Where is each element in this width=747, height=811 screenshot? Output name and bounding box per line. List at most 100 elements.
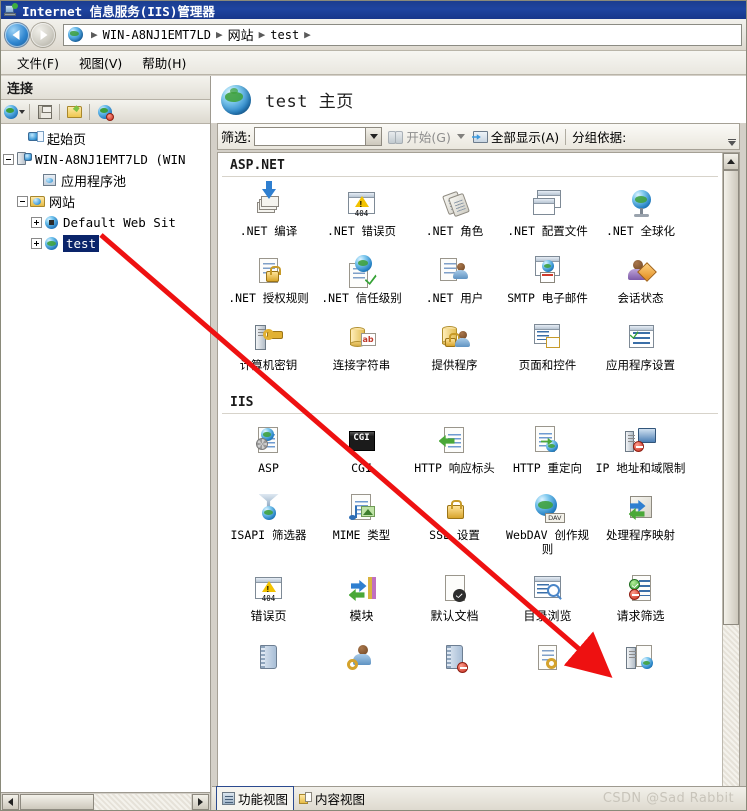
- menu-item-file[interactable]: 文件(F): [7, 50, 69, 75]
- feature-ssl-settings[interactable]: SSL 设置: [408, 485, 501, 558]
- feature-machine-key[interactable]: 计算机密钥: [222, 315, 315, 374]
- tree-item-application-pools[interactable]: 应用程序池: [1, 170, 210, 191]
- toolbar-separator-1: [29, 103, 30, 120]
- feature-label: HTTP 重定向: [512, 461, 583, 475]
- section-title-iis: IIS: [230, 395, 254, 410]
- feature-net-trust-levels[interactable]: .NET 信任级别: [315, 248, 408, 307]
- feature-request-filtering[interactable]: 请求筛选: [594, 566, 687, 625]
- authentication-icon: [345, 641, 379, 675]
- chevron-down-icon[interactable]: [365, 128, 382, 145]
- menu-item-help[interactable]: 帮助(H): [132, 50, 196, 75]
- website-icon: [44, 236, 60, 251]
- feature-logging[interactable]: [222, 635, 315, 680]
- feature-directory-browsing[interactable]: 目录浏览: [501, 566, 594, 625]
- feature-row: .NET 授权规则 .NET 信任级别 .NET 用户 SMTP 电子邮件 会话…: [218, 248, 722, 307]
- disconnect-icon[interactable]: [94, 102, 115, 122]
- content-view-button[interactable]: 内容视图: [294, 787, 370, 810]
- show-all-button[interactable]: 全部显示(A): [472, 127, 560, 146]
- start-filter-button[interactable]: 开始(G): [388, 127, 465, 146]
- feature-label: 目录浏览: [523, 609, 572, 623]
- window-title: Internet 信息服务(IIS)管理器: [22, 3, 215, 19]
- scroll-track[interactable]: [20, 793, 191, 810]
- feature-cgi[interactable]: CGI CGI: [315, 418, 408, 477]
- open-folder-icon[interactable]: [64, 102, 85, 122]
- ip-address-domain-restrictions-icon: [624, 424, 658, 458]
- menu-item-view[interactable]: 视图(V): [69, 50, 132, 75]
- tree-item-server[interactable]: WIN-A8NJ1EMT7LD (WIN: [1, 149, 210, 170]
- connect-icon[interactable]: [4, 102, 25, 122]
- breadcrumb-item-sites[interactable]: 网站: [228, 25, 254, 44]
- feature-session-state[interactable]: 会话状态: [594, 248, 687, 307]
- feature-net-profile[interactable]: .NET 配置文件: [501, 181, 594, 240]
- back-button[interactable]: [5, 22, 29, 47]
- content-vertical-scrollbar[interactable]: [722, 153, 739, 805]
- feature-ip-restrictions[interactable]: IP 地址和域限制: [594, 418, 687, 477]
- scroll-left-button[interactable]: [2, 793, 19, 810]
- feature-asp[interactable]: ASP: [222, 418, 315, 477]
- sidebar-horizontal-scrollbar[interactable]: [1, 792, 210, 810]
- breadcrumb[interactable]: ▶ WIN-A8NJ1EMT7LD ▶ 网站 ▶ test ▶: [63, 23, 742, 46]
- feature-mime-types[interactable]: MIME 类型: [315, 485, 408, 558]
- feature-label: .NET 角色: [425, 224, 484, 238]
- feature-label: .NET 信任级别: [321, 291, 402, 305]
- scroll-track[interactable]: [723, 170, 739, 788]
- feature-pages-and-controls[interactable]: 页面和控件: [501, 315, 594, 374]
- feature-net-globalization[interactable]: .NET 全球化: [594, 181, 687, 240]
- feature-http-redirect[interactable]: HTTP 重定向: [501, 418, 594, 477]
- tree-expander-plus[interactable]: [31, 217, 42, 228]
- feature-providers[interactable]: 提供程序: [408, 315, 501, 374]
- feature-handler-mappings[interactable]: 处理程序映射: [594, 485, 687, 558]
- feature-net-compilation[interactable]: .NET 编译: [222, 181, 315, 240]
- tree-expander-minus[interactable]: [17, 196, 28, 207]
- feature-error-pages[interactable]: 404 错误页: [222, 566, 315, 625]
- scroll-thumb[interactable]: [723, 170, 739, 625]
- show-all-label: 全部显示(A): [490, 130, 560, 145]
- feature-label: .NET 全球化: [605, 224, 676, 238]
- tree-item-default-web-site[interactable]: Default Web Sit: [1, 212, 210, 233]
- save-icon[interactable]: [34, 102, 55, 122]
- breadcrumb-item-test[interactable]: test: [270, 28, 299, 42]
- request-filtering-icon: [624, 572, 658, 606]
- providers-icon: [438, 321, 472, 355]
- feature-output-caching[interactable]: [594, 635, 687, 680]
- feature-net-users[interactable]: .NET 用户: [408, 248, 501, 307]
- feature-modules[interactable]: 模块: [315, 566, 408, 625]
- filter-input[interactable]: [254, 127, 383, 146]
- pages-and-controls-icon: [531, 321, 565, 355]
- menu-bar: 文件(F) 视图(V) 帮助(H): [1, 51, 746, 75]
- feature-failed-request-tracing[interactable]: [408, 635, 501, 680]
- forward-button[interactable]: [31, 22, 55, 47]
- tree-item-sites[interactable]: 网站: [1, 191, 210, 212]
- feature-webdav-authoring-rules[interactable]: DAV WebDAV 创作规则: [501, 485, 594, 558]
- connections-tree[interactable]: 起始页 WIN-A8NJ1EMT7LD (WIN 应用程序池 网站 Defaul…: [1, 124, 210, 792]
- feature-label: 应用程序设置: [606, 358, 675, 372]
- feature-label: .NET 授权规则: [228, 291, 309, 305]
- tree-item-test[interactable]: test: [1, 233, 210, 254]
- feature-http-response-headers[interactable]: HTTP 响应标头: [408, 418, 501, 477]
- scroll-right-button[interactable]: [192, 793, 209, 810]
- feature-default-document[interactable]: 默认文档: [408, 566, 501, 625]
- connections-header: 连接: [1, 76, 210, 100]
- features-view-button[interactable]: 功能视图: [216, 786, 295, 810]
- feature-isapi-filters[interactable]: ISAPI 筛选器: [222, 485, 315, 558]
- binoculars-icon: [388, 131, 404, 144]
- feature-authentication[interactable]: [315, 635, 408, 680]
- feature-net-error-pages[interactable]: 404 .NET 错误页: [315, 181, 408, 240]
- scroll-up-button[interactable]: [723, 153, 739, 170]
- feature-connection-strings[interactable]: ab 连接字符串: [315, 315, 408, 374]
- page-header: test 主页: [211, 76, 746, 123]
- feature-net-authorization-rules[interactable]: .NET 授权规则: [222, 248, 315, 307]
- default-document-icon: [438, 572, 472, 606]
- scroll-thumb[interactable]: [20, 793, 94, 810]
- filter-toolbar: 筛选: 开始(G) 全部显示(A) 分组依据:: [217, 123, 740, 150]
- feature-row: 计算机密钥 ab 连接字符串 提供程序 页面和控件 应用程序设置: [218, 315, 722, 374]
- feature-smtp-email[interactable]: SMTP 电子邮件: [501, 248, 594, 307]
- filter-overflow-icon[interactable]: [726, 137, 737, 148]
- breadcrumb-item-server[interactable]: WIN-A8NJ1EMT7LD: [103, 28, 211, 42]
- tree-expander-minus[interactable]: [3, 154, 14, 165]
- feature-net-roles[interactable]: .NET 角色: [408, 181, 501, 240]
- tree-expander-plus[interactable]: [31, 238, 42, 249]
- feature-authorization-rules[interactable]: [501, 635, 594, 680]
- feature-application-settings[interactable]: 应用程序设置: [594, 315, 687, 374]
- tree-item-start-page[interactable]: 起始页: [1, 128, 210, 149]
